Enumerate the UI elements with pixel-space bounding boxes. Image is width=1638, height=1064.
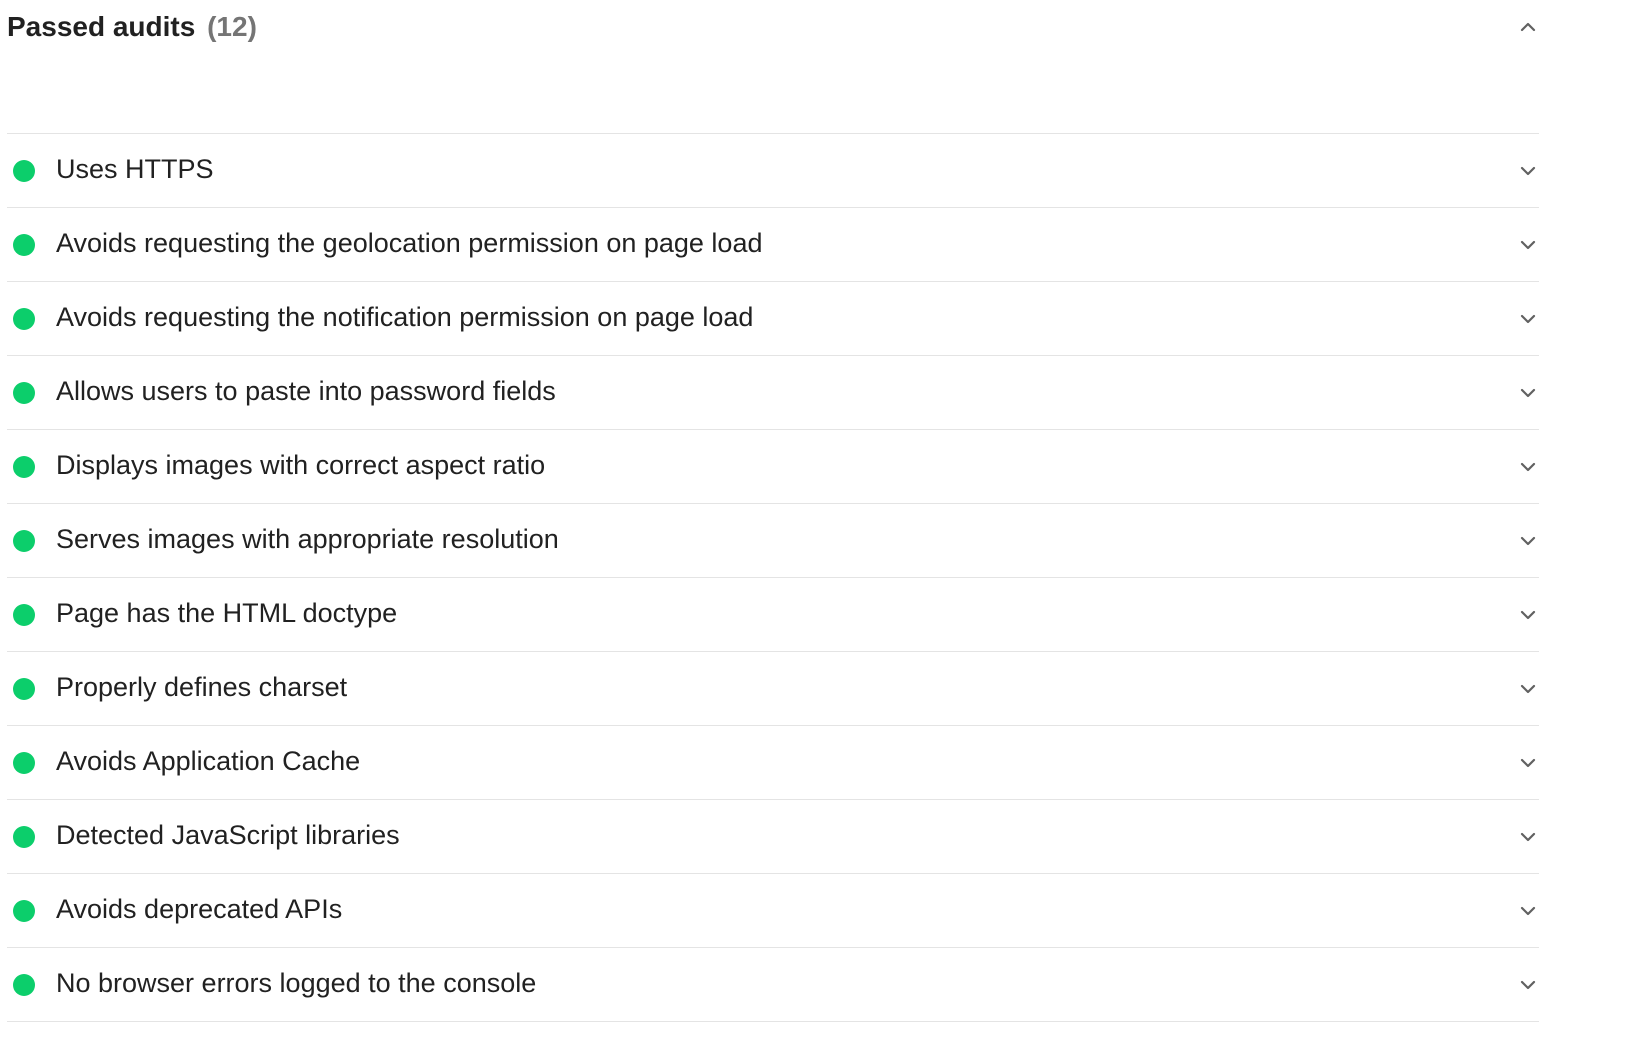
audit-row[interactable]: Allows users to paste into password fiel…: [7, 356, 1539, 430]
pass-status-icon: [13, 382, 35, 404]
chevron-down-icon[interactable]: [1517, 382, 1539, 404]
chevron-down-icon[interactable]: [1517, 456, 1539, 478]
audit-row[interactable]: Serves images with appropriate resolutio…: [7, 504, 1539, 578]
audit-title: Avoids requesting the notification permi…: [56, 302, 754, 332]
chevron-down-icon[interactable]: [1517, 308, 1539, 330]
pass-status-icon: [13, 308, 35, 330]
chevron-down-icon[interactable]: [1517, 826, 1539, 848]
audit-title: No browser errors logged to the console: [56, 968, 537, 998]
chevron-down-icon[interactable]: [1517, 974, 1539, 996]
pass-status-icon: [13, 604, 35, 626]
chevron-up-icon[interactable]: [1517, 16, 1539, 38]
audit-title: Avoids Application Cache: [56, 746, 361, 776]
audit-row[interactable]: Uses HTTPS: [7, 134, 1539, 208]
pass-status-icon: [13, 752, 35, 774]
audit-title: Page has the HTML doctype: [56, 598, 398, 628]
pass-status-icon: [13, 160, 35, 182]
group-count: (12): [207, 11, 257, 42]
pass-status-icon: [13, 530, 35, 552]
audit-title: Avoids deprecated APIs: [56, 894, 343, 924]
audit-row[interactable]: Detected JavaScript libraries: [7, 800, 1539, 874]
chevron-down-icon[interactable]: [1517, 160, 1539, 182]
chevron-down-icon[interactable]: [1517, 234, 1539, 256]
audit-row[interactable]: Avoids deprecated APIs: [7, 874, 1539, 948]
audit-row[interactable]: Displays images with correct aspect rati…: [7, 430, 1539, 504]
audit-row[interactable]: Avoids Application Cache: [7, 726, 1539, 800]
audit-list: Uses HTTPS Avoids requesting the geoloca…: [7, 133, 1539, 1022]
audit-row[interactable]: Page has the HTML doctype: [7, 578, 1539, 652]
pass-status-icon: [13, 974, 35, 996]
audit-row[interactable]: Properly defines charset: [7, 652, 1539, 726]
passed-audits-group: Passed audits (12) Uses HTTPS Avoids req…: [7, 0, 1539, 1022]
audit-title: Detected JavaScript libraries: [56, 820, 400, 850]
audit-title: Uses HTTPS: [56, 154, 214, 184]
group-title: Passed audits: [7, 11, 196, 42]
audit-row[interactable]: Avoids requesting the notification permi…: [7, 282, 1539, 356]
audit-title: Serves images with appropriate resolutio…: [56, 524, 559, 554]
audit-row[interactable]: No browser errors logged to the console: [7, 948, 1539, 1022]
chevron-down-icon[interactable]: [1517, 604, 1539, 626]
audit-title: Allows users to paste into password fiel…: [56, 376, 556, 406]
pass-status-icon: [13, 826, 35, 848]
group-title-wrapper: Passed audits (12): [7, 10, 257, 44]
audit-title: Displays images with correct aspect rati…: [56, 450, 546, 480]
pass-status-icon: [13, 456, 35, 478]
chevron-down-icon[interactable]: [1517, 900, 1539, 922]
pass-status-icon: [13, 900, 35, 922]
chevron-down-icon[interactable]: [1517, 752, 1539, 774]
audit-row[interactable]: Avoids requesting the geolocation permis…: [7, 208, 1539, 282]
chevron-down-icon[interactable]: [1517, 678, 1539, 700]
chevron-down-icon[interactable]: [1517, 530, 1539, 552]
passed-audits-header[interactable]: Passed audits (12): [7, 0, 1539, 133]
audit-title: Properly defines charset: [56, 672, 348, 702]
pass-status-icon: [13, 234, 35, 256]
pass-status-icon: [13, 678, 35, 700]
audit-title: Avoids requesting the geolocation permis…: [56, 228, 763, 258]
